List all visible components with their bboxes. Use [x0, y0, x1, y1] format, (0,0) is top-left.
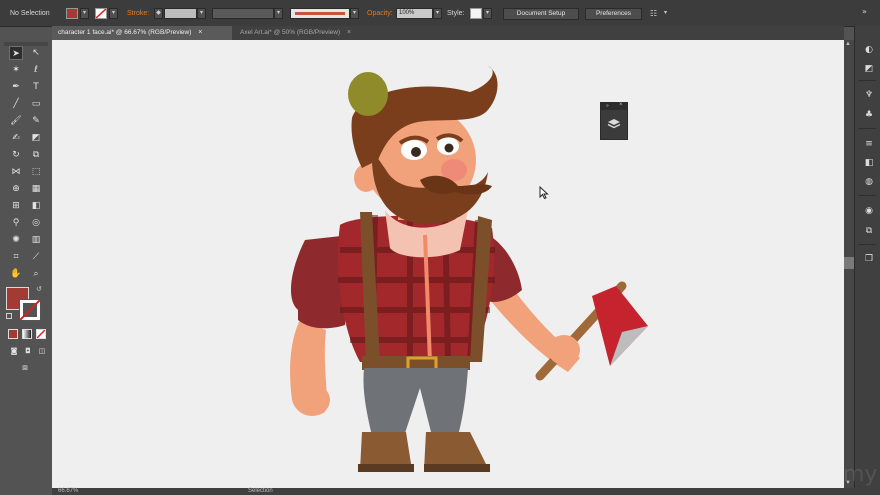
lasso-tool-icon[interactable]: ℓ: [29, 63, 43, 77]
selection-tool-icon[interactable]: ➤: [9, 46, 23, 60]
artboards-icon[interactable]: ❐: [862, 252, 876, 266]
rectangle-tool-icon[interactable]: ▭: [29, 97, 43, 111]
zoom-tool-icon[interactable]: ⌕: [29, 267, 43, 281]
scroll-up-icon[interactable]: ▲: [845, 41, 851, 47]
hand-tool-icon[interactable]: ✋: [9, 267, 23, 281]
symbols-icon[interactable]: ♣: [862, 108, 876, 122]
floating-panel-header[interactable]: [601, 103, 627, 110]
layers-icon[interactable]: [607, 118, 621, 132]
style-label: Style:: [447, 10, 465, 17]
dock-separator: [858, 244, 876, 245]
stroke-color-dropdown[interactable]: ▾: [109, 8, 118, 19]
selection-status: No Selection: [10, 10, 50, 17]
opacity-field[interactable]: 100%: [396, 8, 433, 19]
free-transform-tool-icon[interactable]: ⬚: [29, 165, 43, 179]
no-stroke-icon: [96, 9, 106, 18]
none-slash-icon: [37, 330, 45, 338]
stroke-weight-stepper[interactable]: ◆: [154, 8, 163, 19]
opacity-label[interactable]: Opacity:: [367, 10, 393, 17]
tab-axel-art[interactable]: Axel Art.ai* @ 50% (RGB/Preview) ×: [234, 26, 384, 40]
line-tool-icon[interactable]: ╱: [9, 97, 23, 111]
opacity-dropdown[interactable]: ▾: [433, 8, 442, 19]
screen-mode-icon[interactable]: ⧈: [18, 361, 32, 375]
perspective-grid-tool-icon[interactable]: ▦: [29, 182, 43, 196]
document-setup-button[interactable]: Document Setup: [503, 8, 579, 20]
arrange-dropdown-icon[interactable]: ▾: [664, 9, 667, 16]
status-bar: [52, 488, 880, 495]
arrange-documents-icon[interactable]: ☷: [650, 9, 657, 18]
magic-wand-tool-icon[interactable]: ✶: [9, 63, 23, 77]
tools-panel: [0, 40, 52, 495]
draw-normal-icon[interactable]: ◙: [7, 344, 21, 358]
pencil-tool-icon[interactable]: ✎: [29, 114, 43, 128]
close-tab-icon[interactable]: ×: [347, 29, 351, 36]
vertical-scroll-thumb[interactable]: [844, 257, 854, 269]
default-colors-icon[interactable]: [6, 313, 12, 319]
stroke-weight-field[interactable]: [164, 8, 197, 19]
stroke-icon[interactable]: ≡: [862, 137, 876, 151]
graphic-style-dropdown[interactable]: ▾: [483, 8, 492, 19]
blend-tool-icon[interactable]: ◎: [29, 216, 43, 230]
no-stroke-icon: [20, 300, 40, 320]
panel-close-icon[interactable]: ×: [619, 102, 623, 108]
draw-inside-icon[interactable]: ◫: [35, 344, 49, 358]
graphic-style-swatch[interactable]: [470, 8, 482, 19]
scale-tool-icon[interactable]: ⧉: [29, 148, 43, 162]
mouse-cursor-icon: [539, 185, 549, 201]
gradient-mode-icon[interactable]: [22, 329, 32, 339]
zoom-level[interactable]: 66.67%: [58, 488, 78, 494]
dock-separator: [858, 80, 876, 81]
tab-label: Axel Art.ai* @ 50% (RGB/Preview): [240, 29, 341, 36]
mesh-tool-icon[interactable]: ⊞: [9, 199, 23, 213]
symbol-sprayer-tool-icon[interactable]: ✺: [9, 233, 23, 247]
slice-tool-icon[interactable]: ⟋: [29, 250, 43, 264]
pen-tool-icon[interactable]: ✒: [9, 80, 23, 94]
brush-stroke-preview: [295, 12, 345, 15]
variable-width-profile[interactable]: [212, 8, 274, 19]
column-graph-tool-icon[interactable]: ▥: [29, 233, 43, 247]
eyedropper-tool-icon[interactable]: ⚲: [9, 216, 23, 230]
color-panel-icon[interactable]: ◐: [862, 43, 876, 57]
color-mode-icon[interactable]: [8, 329, 18, 339]
tab-character-1-face[interactable]: character 1 face.ai* @ 66.67% (RGB/Previ…: [52, 26, 232, 40]
transparency-icon[interactable]: ◍: [862, 175, 876, 189]
stroke-label[interactable]: Stroke:: [127, 10, 149, 17]
preferences-button[interactable]: Preferences: [585, 8, 642, 20]
appearance-icon[interactable]: ◉: [862, 204, 876, 218]
dock-separator: [858, 195, 876, 196]
rotate-tool-icon[interactable]: ↻: [9, 148, 23, 162]
status-tool-name[interactable]: Selection: [248, 488, 273, 494]
collapse-panels-icon[interactable]: »: [862, 7, 867, 16]
blob-brush-tool-icon[interactable]: ✍: [9, 131, 23, 145]
gradient-tool-icon[interactable]: ◧: [29, 199, 43, 213]
brush-definition-dropdown[interactable]: ▾: [350, 8, 359, 19]
swap-fill-stroke-icon[interactable]: ↺: [36, 285, 42, 293]
none-mode-icon[interactable]: [36, 329, 46, 339]
gradient-icon[interactable]: ◧: [862, 156, 876, 170]
graphic-styles-icon[interactable]: ⧉: [862, 224, 876, 238]
artboard-tool-icon[interactable]: ⌗: [9, 250, 23, 264]
brushes-icon[interactable]: ♆: [862, 88, 876, 102]
type-tool-icon[interactable]: T: [29, 80, 43, 94]
brush-definition[interactable]: [290, 8, 350, 19]
stroke-swatch[interactable]: [19, 299, 41, 321]
draw-behind-icon[interactable]: ◘: [21, 344, 35, 358]
stroke-color-swatch[interactable]: [95, 8, 107, 19]
fill-color-swatch[interactable]: [66, 8, 78, 19]
shape-builder-tool-icon[interactable]: ⊕: [9, 182, 23, 196]
watermark: my: [843, 462, 878, 487]
direct-selection-tool-icon[interactable]: ↖: [29, 46, 43, 60]
tab-label: character 1 face.ai* @ 66.67% (RGB/Previ…: [58, 29, 192, 36]
fill-dropdown[interactable]: ▾: [80, 8, 89, 19]
eraser-tool-icon[interactable]: ◩: [29, 131, 43, 145]
width-tool-icon[interactable]: ⋈: [9, 165, 23, 179]
panel-collapse-icon[interactable]: »: [606, 103, 609, 109]
variable-width-dropdown[interactable]: ▾: [274, 8, 283, 19]
dock-separator: [858, 128, 876, 129]
color-guide-icon[interactable]: ◩: [862, 62, 876, 76]
close-tab-icon[interactable]: ×: [198, 29, 202, 36]
stroke-weight-dropdown[interactable]: ▾: [197, 8, 206, 19]
paintbrush-tool-icon[interactable]: 🖌: [9, 114, 23, 128]
